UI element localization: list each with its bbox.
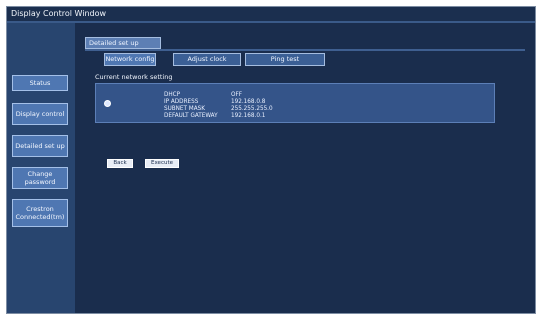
- sidebar-item-status[interactable]: Status: [12, 75, 68, 91]
- main-content: Detailed set up Network config Adjust cl…: [75, 23, 535, 313]
- tab-adjust-clock[interactable]: Adjust clock: [173, 53, 241, 66]
- back-button[interactable]: Back: [107, 159, 133, 168]
- tab-ping-test[interactable]: Ping test: [245, 53, 325, 66]
- section-title: Detailed set up: [85, 37, 161, 49]
- network-settings-panel: DHCP OFF IP ADDRESS 192.168.0.8 SUBNET M…: [95, 83, 495, 123]
- sidebar: Status Display control Detailed set up C…: [7, 23, 75, 313]
- dhcp-value: OFF: [231, 92, 243, 98]
- sidebar-item-detailed-set-up[interactable]: Detailed set up: [12, 135, 68, 157]
- sidebar-item-display-control[interactable]: Display control: [12, 103, 68, 125]
- sidebar-item-change-password[interactable]: Change password: [12, 167, 68, 189]
- ip-address-value: 192.168.0.8: [231, 99, 266, 105]
- default-gateway-label: DEFAULT GATEWAY: [164, 113, 218, 119]
- dhcp-label: DHCP: [164, 92, 181, 98]
- sidebar-item-crestron-connected[interactable]: Crestron Connected(tm): [12, 199, 68, 227]
- current-setting-radio[interactable]: [104, 100, 111, 107]
- ip-address-label: IP ADDRESS: [164, 99, 199, 105]
- subnet-mask-label: SUBNET MASK: [164, 106, 205, 112]
- display-control-window: Display Control Window Status Display co…: [6, 6, 536, 314]
- network-settings-title: Current network setting: [95, 73, 173, 81]
- tab-strip-divider: [85, 49, 525, 51]
- default-gateway-value: 192.168.0.1: [231, 113, 266, 119]
- execute-button[interactable]: Execute: [145, 159, 179, 168]
- window-title: Display Control Window: [7, 7, 535, 21]
- subnet-mask-value: 255.255.255.0: [231, 106, 273, 112]
- tab-network-config[interactable]: Network config: [104, 53, 156, 66]
